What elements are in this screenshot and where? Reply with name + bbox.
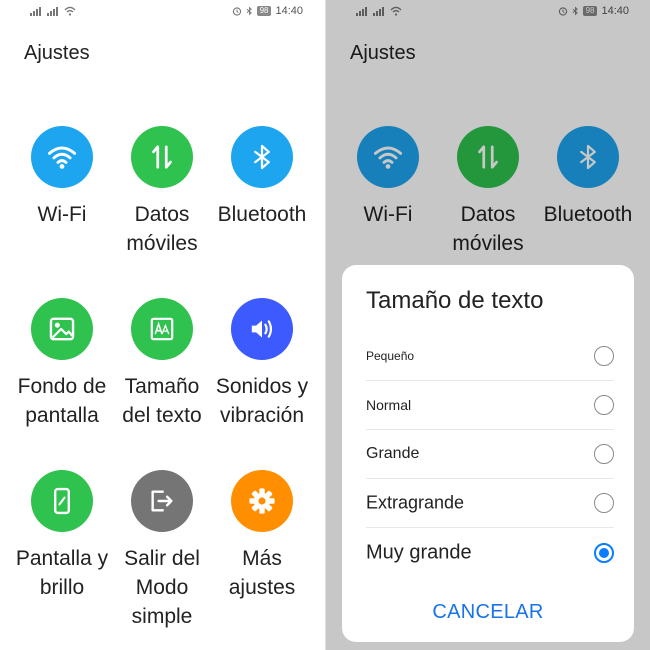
option-extra-large[interactable]: Extragrande <box>366 479 614 528</box>
tile-text-size[interactable]: Tamaño del texto <box>112 298 212 430</box>
option-large[interactable]: Grande <box>366 430 614 479</box>
status-bar: 98 14:40 <box>0 0 325 24</box>
radio-unchecked-icon[interactable] <box>594 346 614 366</box>
radio-checked-icon[interactable] <box>594 542 614 563</box>
tile-label: Wi-Fi <box>37 203 87 226</box>
tile-label: Tamaño del texto <box>122 375 202 427</box>
screenshot-pair: 98 14:40 Ajustes Wi-Fi Datos móviles Blu… <box>0 0 650 650</box>
settings-screen: 98 14:40 Ajustes Wi-Fi Datos móviles Blu… <box>0 0 325 650</box>
tile-label: Fondo de pantalla <box>17 375 107 427</box>
exit-icon <box>131 470 193 532</box>
volume-icon <box>231 298 293 360</box>
tile-label: Bluetooth <box>217 203 307 226</box>
tile-more-settings[interactable]: Más ajustes <box>212 470 312 602</box>
mobile-data-icon <box>131 126 193 188</box>
radio-unchecked-icon[interactable] <box>594 395 614 415</box>
status-time: 14:40 <box>275 5 303 17</box>
option-label: Pequeño <box>366 349 415 363</box>
tile-exit-simple-mode[interactable]: Salir del Modo simple <box>112 470 212 631</box>
bluetooth-status-icon <box>246 6 252 16</box>
option-label: Grande <box>366 445 420 462</box>
radio-unchecked-icon[interactable] <box>594 444 614 464</box>
option-label: Muy grande <box>366 541 472 563</box>
option-label: Normal <box>366 397 412 413</box>
cancel-button[interactable]: CANCELAR <box>342 601 634 624</box>
tile-label: Pantalla y brillo <box>15 547 109 599</box>
signal-2-icon <box>47 7 58 16</box>
tile-label: Datos móviles <box>126 203 198 255</box>
tile-label: Salir del Modo simple <box>124 547 200 628</box>
option-label: Extragrande <box>366 492 465 513</box>
tile-bluetooth[interactable]: Bluetooth <box>212 126 312 229</box>
signal-icon <box>30 7 41 16</box>
tile-label: Sonidos y vibración <box>215 375 309 427</box>
settings-screen-with-dialog: 98 14:40 Ajustes Wi-Fi Datos móviles Blu… <box>326 0 650 650</box>
bluetooth-icon <box>231 126 293 188</box>
wifi-status-icon <box>64 6 76 16</box>
tile-display[interactable]: Pantalla y brillo <box>12 470 112 602</box>
option-normal[interactable]: Normal <box>366 381 614 430</box>
dialog-title: Tamaño de texto <box>366 287 544 314</box>
option-small[interactable]: Pequeño <box>366 332 614 381</box>
text-size-dialog: Tamaño de texto Pequeño Normal Grande Ex… <box>342 265 634 642</box>
display-icon <box>31 470 93 532</box>
wallpaper-icon <box>31 298 93 360</box>
tile-wallpaper[interactable]: Fondo de pantalla <box>12 298 112 430</box>
status-right: 98 14:40 <box>232 5 303 17</box>
option-very-large[interactable]: Muy grande <box>366 528 614 577</box>
tile-mobile-data[interactable]: Datos móviles <box>112 126 212 258</box>
page-title: Ajustes <box>24 42 90 64</box>
tile-sounds[interactable]: Sonidos y vibración <box>212 298 312 430</box>
wifi-icon <box>31 126 93 188</box>
alarm-icon <box>232 7 241 16</box>
gear-icon <box>231 470 293 532</box>
tile-label: Más ajustes <box>228 547 296 599</box>
text-size-icon <box>131 298 193 360</box>
battery-icon: 98 <box>256 6 272 16</box>
signal-group <box>30 6 76 16</box>
radio-unchecked-icon[interactable] <box>594 493 614 513</box>
tile-wifi[interactable]: Wi-Fi <box>12 126 112 229</box>
